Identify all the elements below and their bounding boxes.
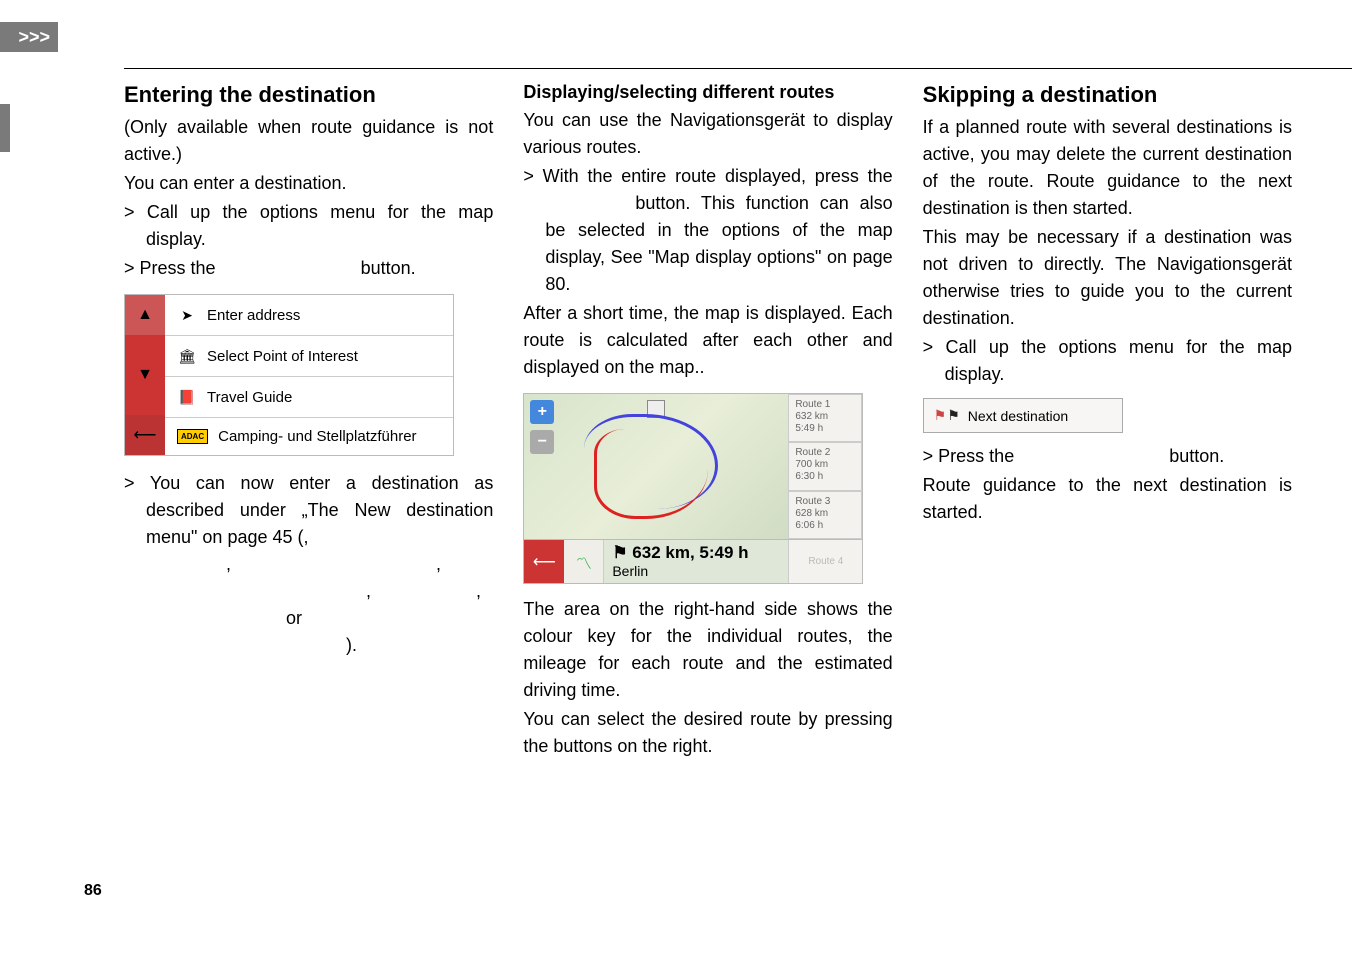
route-options-panel: Route 1 632 km 5:49 h Route 2 700 km 6:3… xyxy=(788,394,862,539)
step2-prefix: > Press the xyxy=(124,258,221,278)
map-back-button[interactable]: ⟵ xyxy=(524,540,564,583)
col3-step1: > Call up the options menu for the map d… xyxy=(923,334,1292,388)
map-summary: ⚑ 632 km, 5:49 h Berlin xyxy=(604,539,788,584)
col1-intro: You can enter a destination. xyxy=(124,170,493,197)
route-dist: 632 km xyxy=(795,411,855,423)
col3-step2: > Press the button. xyxy=(923,443,1292,470)
route-dist: 700 km xyxy=(795,459,855,471)
route4-label: Route 4 xyxy=(808,556,843,567)
col2-p2: After a short time, the map is displayed… xyxy=(523,300,892,381)
menu-item-enter-address[interactable]: ➤ Enter address xyxy=(165,295,453,336)
col2-p1: You can use the Navigationsgerät to disp… xyxy=(523,107,892,161)
route-selection-map: + − Route 1 632 km 5:49 h Route 2 700 km xyxy=(523,393,863,584)
col2-p3: The area on the right-hand side shows th… xyxy=(523,596,892,704)
scroll-up-icon[interactable]: ▲ xyxy=(125,295,165,335)
step3-a: > You can now enter a destination as des… xyxy=(124,473,493,547)
page-number: 86 xyxy=(84,882,102,900)
side-marker xyxy=(0,104,10,152)
step3-f: , xyxy=(476,581,481,601)
route-name: Route 3 xyxy=(795,496,855,508)
route-time: 6:30 h xyxy=(795,471,855,483)
tab-marker-text: >>> xyxy=(18,27,50,48)
zoom-in-button[interactable]: + xyxy=(530,400,554,424)
page-content: Entering the destination (Only available… xyxy=(124,82,1292,762)
route-time: 5:49 h xyxy=(795,423,855,435)
route-line-red xyxy=(594,429,708,519)
menu-label: Travel Guide xyxy=(207,389,292,406)
col1-note: (Only available when route guidance is n… xyxy=(124,114,493,168)
menu-label: Camping- und Stellplatzführer xyxy=(218,428,416,445)
step1-a: > With the entire route displayed, press… xyxy=(523,166,892,186)
menu-item-camping[interactable]: ADAC Camping- und Stellplatzführer xyxy=(165,418,453,455)
col1-step3: > You can now enter a destination as des… xyxy=(124,470,493,659)
column-3: Skipping a destination If a planned rout… xyxy=(923,82,1292,762)
column-2: Displaying/selecting different routes Yo… xyxy=(523,82,892,762)
step2-b: button. xyxy=(1169,446,1224,466)
scroll-thumb[interactable]: ▼ xyxy=(125,335,165,415)
step3-c: , xyxy=(226,554,236,574)
summary-city: Berlin xyxy=(612,563,780,580)
menu-item-poi[interactable]: 🏛 Select Point of Interest xyxy=(165,336,453,377)
adac-badge-icon: ADAC xyxy=(177,429,208,444)
next-dest-label: Next destination xyxy=(968,408,1068,424)
col2-step1: > With the entire route displayed, press… xyxy=(523,163,892,298)
col2-p4: You can select the desired route by pres… xyxy=(523,706,892,760)
step2-a: > Press the xyxy=(923,446,1020,466)
col1-step2: > Press the button. xyxy=(124,255,493,282)
step3-b: , xyxy=(304,527,309,547)
column-1: Entering the destination (Only available… xyxy=(124,82,493,762)
back-arrow-icon[interactable]: ⟵ xyxy=(125,415,165,455)
double-flag-icon: ⚑⚑ xyxy=(934,407,960,424)
col3-heading: Skipping a destination xyxy=(923,82,1292,108)
col1-heading: Entering the destination xyxy=(124,82,493,108)
next-destination-button[interactable]: ⚑⚑ Next destination xyxy=(923,398,1123,433)
route-time: 6:06 h xyxy=(795,520,855,532)
menu-label: Select Point of Interest xyxy=(207,348,358,365)
menu-label: Enter address xyxy=(207,307,300,324)
route-3-button[interactable]: Route 3 628 km 6:06 h xyxy=(788,491,862,539)
route-4-button[interactable]: Route 4 xyxy=(788,540,862,583)
nav-arrow-icon: ➤ xyxy=(177,305,197,325)
section-tab: >>> xyxy=(0,22,58,52)
menu-scroll-bar[interactable]: ▲ ▼ ⟵ xyxy=(125,295,165,455)
route-2-button[interactable]: Route 2 700 km 6:30 h xyxy=(788,442,862,490)
menu-item-travel-guide[interactable]: 📕 Travel Guide xyxy=(165,377,453,418)
zoom-out-button[interactable]: − xyxy=(530,430,554,454)
top-divider xyxy=(124,68,1352,69)
col3-p3: Route guidance to the next destination i… xyxy=(923,472,1292,526)
step3-d: , xyxy=(436,554,441,574)
destination-menu: ▲ ▼ ⟵ ➤ Enter address 🏛 Select Point of … xyxy=(124,294,454,456)
step2-suffix: button. xyxy=(361,258,416,278)
poi-icon: 🏛 xyxy=(177,346,197,366)
route-name: Route 2 xyxy=(795,447,855,459)
col3-p2: This may be necessary if a destination w… xyxy=(923,224,1292,332)
book-icon: 📕 xyxy=(177,387,197,407)
summary-dist: 632 km, 5:49 h xyxy=(632,543,748,562)
step1-b: button. This function can also be select… xyxy=(545,193,892,294)
step3-e: , xyxy=(366,581,376,601)
step3-g: or xyxy=(286,608,302,628)
map-area[interactable]: + − xyxy=(524,394,788,539)
step3-h: ). xyxy=(346,635,357,655)
route-dist: 628 km xyxy=(795,508,855,520)
route-1-button[interactable]: Route 1 632 km 5:49 h xyxy=(788,394,862,442)
route-name: Route 1 xyxy=(795,399,855,411)
col3-p1: If a planned route with several destinat… xyxy=(923,114,1292,222)
col2-heading: Displaying/selecting different routes xyxy=(523,82,892,103)
col1-step1: > Call up the options menu for the map d… xyxy=(124,199,493,253)
map-chart-icon[interactable]: 〽 xyxy=(564,540,604,583)
